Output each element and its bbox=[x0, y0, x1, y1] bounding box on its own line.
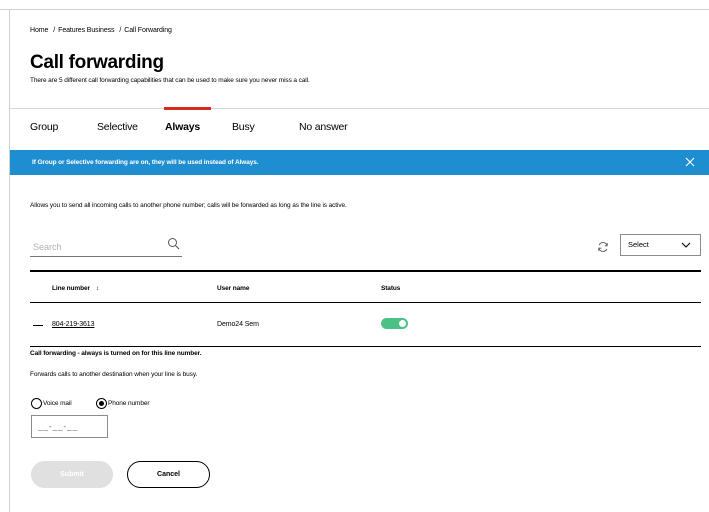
cancel-button[interactable]: Cancel bbox=[127, 461, 210, 488]
search-field bbox=[30, 236, 182, 257]
tab-always[interactable]: Always bbox=[165, 121, 200, 133]
frame-top-border bbox=[0, 9, 709, 10]
sort-icon[interactable]: ↕ bbox=[96, 285, 99, 292]
voice-mail-radio-option[interactable]: Voice mail bbox=[31, 397, 72, 409]
search-icon[interactable] bbox=[167, 237, 180, 250]
breadcrumb-home[interactable]: Home bbox=[30, 27, 48, 34]
breadcrumb-separator: / bbox=[119, 27, 122, 34]
always-description: Allows you to send all incoming calls to… bbox=[30, 202, 347, 209]
voice-mail-radio[interactable] bbox=[31, 397, 42, 409]
search-input[interactable] bbox=[33, 240, 153, 254]
table-header-rule bbox=[30, 302, 701, 303]
tab-busy[interactable]: Busy bbox=[232, 121, 255, 133]
phone-number-radio[interactable] bbox=[96, 397, 107, 409]
tab-no-answer[interactable]: No answer bbox=[299, 121, 348, 133]
tab-group[interactable]: Group bbox=[30, 121, 58, 133]
user-name-cell: Demo24 Sem bbox=[217, 321, 259, 328]
chevron-down-icon bbox=[681, 242, 691, 248]
info-banner-text: If Group or Selective forwarding are on,… bbox=[32, 159, 259, 166]
tab-selective[interactable]: Selective bbox=[97, 121, 138, 133]
phone-number-input[interactable] bbox=[31, 415, 108, 438]
column-header-user-name: User name bbox=[217, 285, 250, 292]
column-header-status: Status bbox=[381, 285, 401, 292]
filter-select-value: Select bbox=[628, 240, 649, 249]
status-toggle[interactable] bbox=[381, 318, 408, 329]
column-header-line-number[interactable]: Line number ↕ bbox=[52, 285, 99, 292]
voice-mail-label: Voice mail bbox=[43, 399, 72, 407]
frame-left-border bbox=[9, 9, 10, 512]
page-title: Call forwarding bbox=[30, 52, 164, 73]
refresh-icon[interactable] bbox=[597, 241, 609, 253]
column-header-line-number-label: Line number bbox=[52, 285, 90, 292]
breadcrumb-call-forwarding: Call Forwarding bbox=[124, 27, 172, 34]
forwarding-status-message: Call forwarding - always is turned on fo… bbox=[30, 350, 202, 357]
submit-button[interactable]: Submit bbox=[31, 461, 113, 488]
table-top-rule bbox=[30, 270, 701, 272]
breadcrumb-separator: / bbox=[53, 27, 56, 34]
breadcrumb-features-business[interactable]: Features Business bbox=[58, 27, 114, 34]
active-tab-indicator bbox=[164, 107, 211, 110]
collapse-row-icon[interactable] bbox=[33, 325, 43, 326]
tabs-divider bbox=[10, 108, 709, 109]
status-toggle-knob bbox=[399, 320, 406, 327]
forwarding-description: Forwards calls to another destination wh… bbox=[30, 371, 198, 378]
info-banner: If Group or Selective forwarding are on,… bbox=[10, 150, 709, 175]
line-number-link[interactable]: 804-219-3613 bbox=[52, 321, 95, 328]
expanded-row-rule bbox=[30, 346, 701, 347]
page-subtitle: There are 5 different call forwarding ca… bbox=[30, 77, 310, 84]
close-icon[interactable] bbox=[683, 155, 697, 169]
breadcrumb: Home / Features Business / Call Forwarding bbox=[30, 27, 174, 34]
phone-number-label: Phone number bbox=[108, 399, 150, 407]
filter-select[interactable]: Select bbox=[620, 234, 701, 256]
phone-number-radio-option[interactable]: Phone number bbox=[96, 397, 150, 409]
